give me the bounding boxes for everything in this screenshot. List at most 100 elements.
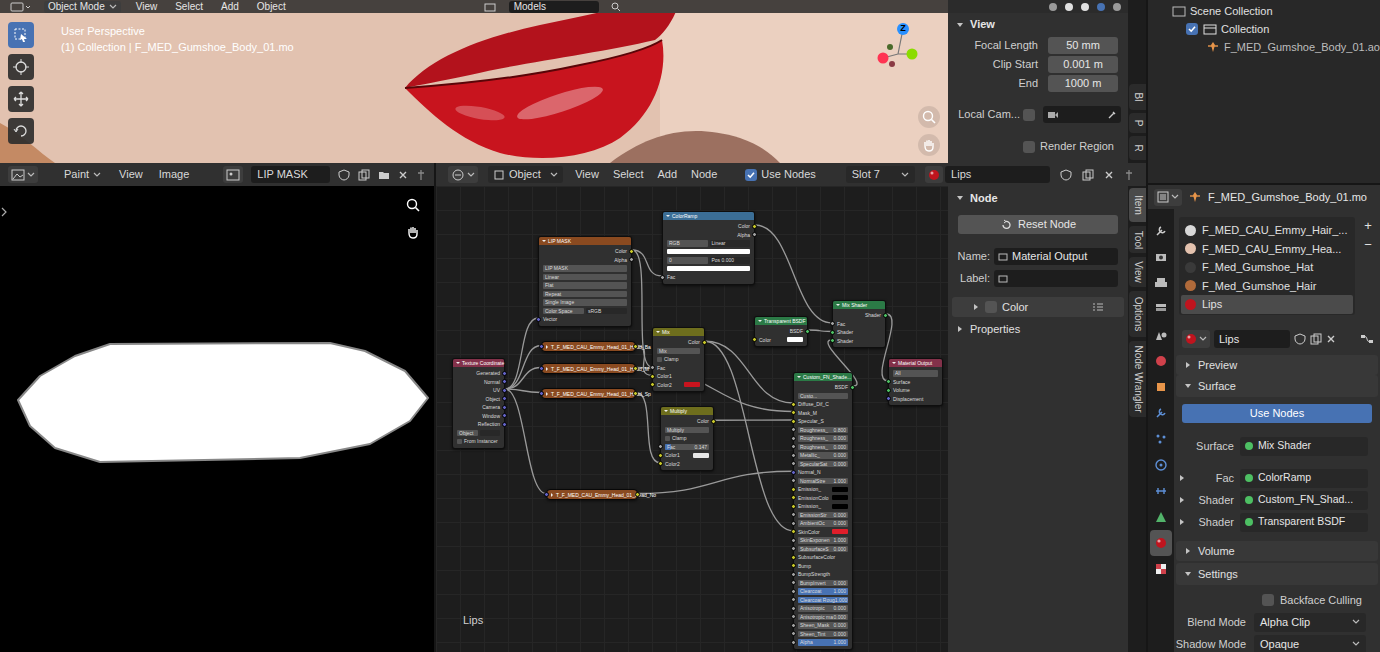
socket[interactable]: [791, 461, 796, 466]
shading-icon[interactable]: [1064, 2, 1074, 12]
node-checkbox[interactable]: [457, 439, 462, 444]
color-swatch[interactable]: [832, 529, 848, 534]
shading-icon[interactable]: [1112, 2, 1122, 12]
socket[interactable]: [633, 391, 638, 396]
node[interactable]: T_F_MED_CAU_Emmy_Head_01_Head_Ba: [541, 341, 636, 352]
property-field[interactable]: [994, 270, 1118, 287]
reset-node-button[interactable]: Reset Node: [958, 215, 1118, 234]
socket[interactable]: [502, 422, 507, 427]
expand-arrow-icon[interactable]: [1184, 547, 1192, 555]
pan-button[interactable]: [403, 222, 423, 242]
socket[interactable]: [658, 444, 663, 449]
socket[interactable]: [791, 614, 796, 619]
properties-tab[interactable]: [1150, 322, 1172, 348]
panel-header[interactable]: View: [948, 13, 1128, 36]
node-field[interactable]: Multiply: [665, 427, 709, 434]
socket[interactable]: [502, 371, 507, 376]
outliner-row[interactable]: F_MED_Gumshoe_Body_01.ao: [1148, 38, 1380, 56]
node-header[interactable]: LIP MASK: [539, 237, 631, 245]
image-canvas[interactable]: [0, 186, 434, 652]
node-value-field[interactable]: Sheen_Mask0.000: [798, 622, 848, 629]
collection-icon[interactable]: [483, 2, 497, 12]
duplicate-icon[interactable]: [1082, 169, 1094, 181]
shader-field[interactable]: Mix Shader: [1240, 437, 1368, 456]
node-header[interactable]: Custom_FN_Shade...: [794, 373, 852, 381]
collection-checkbox[interactable]: [1186, 23, 1198, 35]
shading-icon[interactable]: [1048, 2, 1058, 12]
dropdown-field[interactable]: Opaque: [1254, 635, 1366, 652]
subpanel-header[interactable]: Color: [952, 297, 1124, 317]
node-header[interactable]: Texture Coordinate: [453, 359, 504, 367]
node[interactable]: ColorRampColorAlphaRGBLinear0Pos 0.000Fa…: [662, 211, 755, 285]
socket[interactable]: [633, 366, 638, 371]
property-field[interactable]: 0.001 m: [1048, 56, 1118, 73]
tool-button[interactable]: [8, 118, 34, 144]
material-slot[interactable]: F_MED_CAU_Emmy_Hea...: [1181, 240, 1353, 259]
zoom-button[interactable]: [918, 106, 940, 128]
material-slot[interactable]: F_Med_Gumshoe_Hair: [1181, 277, 1353, 296]
properties-tab[interactable]: [1150, 244, 1172, 270]
socket[interactable]: [635, 492, 640, 497]
editor-type-button[interactable]: [448, 166, 478, 183]
node-field[interactable]: Repeat: [543, 291, 627, 298]
node-header[interactable]: T_F_MED_CAU_Emmy_Head_01_Head_No: [547, 490, 637, 499]
mode-dropdown[interactable]: Paint: [58, 166, 107, 183]
socket[interactable]: [791, 597, 796, 602]
properties-tab[interactable]: [1150, 218, 1172, 244]
sidebar-tab[interactable]: View: [1129, 257, 1146, 287]
tool-button[interactable]: [8, 86, 34, 112]
node-value-field[interactable]: Anisotropic ma0.000: [798, 614, 848, 621]
node-tree-icon[interactable]: [1360, 333, 1374, 345]
node-field[interactable]: RGB: [667, 240, 708, 247]
node-checkbox[interactable]: [665, 436, 670, 441]
color-swatch[interactable]: [684, 382, 700, 387]
color-checkbox[interactable]: [985, 301, 997, 313]
mode-dropdown[interactable]: Object Mode: [44, 1, 121, 13]
node-field[interactable]: LIP MASK: [543, 265, 627, 272]
close-icon[interactable]: [1104, 170, 1114, 180]
material-slot[interactable]: Lips: [1181, 295, 1353, 314]
sidebar-tab[interactable]: Tool: [1129, 226, 1146, 253]
color-bar[interactable]: [667, 249, 750, 254]
slot-button[interactable]: +: [1359, 217, 1377, 234]
node-value-field[interactable]: Metallic_0.000: [798, 452, 848, 459]
socket[interactable]: [539, 391, 544, 396]
socket[interactable]: [752, 232, 757, 237]
editor-type-button[interactable]: [1154, 189, 1182, 206]
material-name-field[interactable]: Lips: [945, 166, 1050, 183]
node-header[interactable]: T_F_MED_CAU_Emmy_Head_01_Head_Sp: [542, 389, 635, 398]
pan-button[interactable]: [918, 134, 940, 156]
properties-tab[interactable]: [1150, 400, 1172, 426]
socket[interactable]: [752, 224, 757, 229]
use-nodes-toggle[interactable]: Use Nodes: [745, 166, 815, 183]
socket[interactable]: [791, 546, 796, 551]
panel-header[interactable]: Volume: [1176, 541, 1378, 561]
outliner-row[interactable]: Collection: [1148, 20, 1380, 38]
shader-type-dropdown[interactable]: Object: [488, 166, 563, 183]
material-slot[interactable]: F_MED_CAU_Emmy_Hair_...: [1181, 221, 1353, 240]
node[interactable]: Texture CoordinateGeneratedNormalUVObjec…: [452, 358, 505, 449]
node[interactable]: T_F_MED_CAU_Emmy_Head_01_Head_No: [546, 489, 638, 500]
socket[interactable]: [502, 413, 507, 418]
node[interactable]: Material OutputAllSurfaceVolumeDisplacem…: [888, 358, 943, 406]
socket[interactable]: [883, 313, 888, 318]
toolbar-toggle[interactable]: [0, 200, 8, 224]
socket[interactable]: [791, 640, 796, 645]
material-name-field[interactable]: Lips: [1214, 330, 1290, 348]
expand-arrow-icon[interactable]: [972, 303, 980, 311]
socket[interactable]: [711, 419, 716, 424]
fake-user-icon[interactable]: [1294, 333, 1306, 345]
node-checkbox[interactable]: [657, 357, 662, 362]
shading-icon[interactable]: [1080, 2, 1090, 12]
expand-arrow-icon[interactable]: [1178, 518, 1186, 526]
socket[interactable]: [539, 344, 544, 349]
sidebar-tab[interactable]: Bl: [1129, 84, 1146, 110]
property-field[interactable]: Material Output: [994, 248, 1118, 265]
panel-header[interactable]: Preview: [1176, 355, 1378, 375]
sidebar-tab[interactable]: R: [1129, 136, 1146, 160]
dropdown-field[interactable]: Alpha Clip: [1254, 613, 1366, 632]
viewport-canvas[interactable]: User Perspective(1) Collection | F_MED_G…: [0, 13, 948, 163]
shader-field[interactable]: Transparent BSDF: [1240, 513, 1368, 532]
node-value-field[interactable]: Clearcoat Roug1.000: [798, 597, 848, 604]
node-field[interactable]: [480, 430, 501, 437]
